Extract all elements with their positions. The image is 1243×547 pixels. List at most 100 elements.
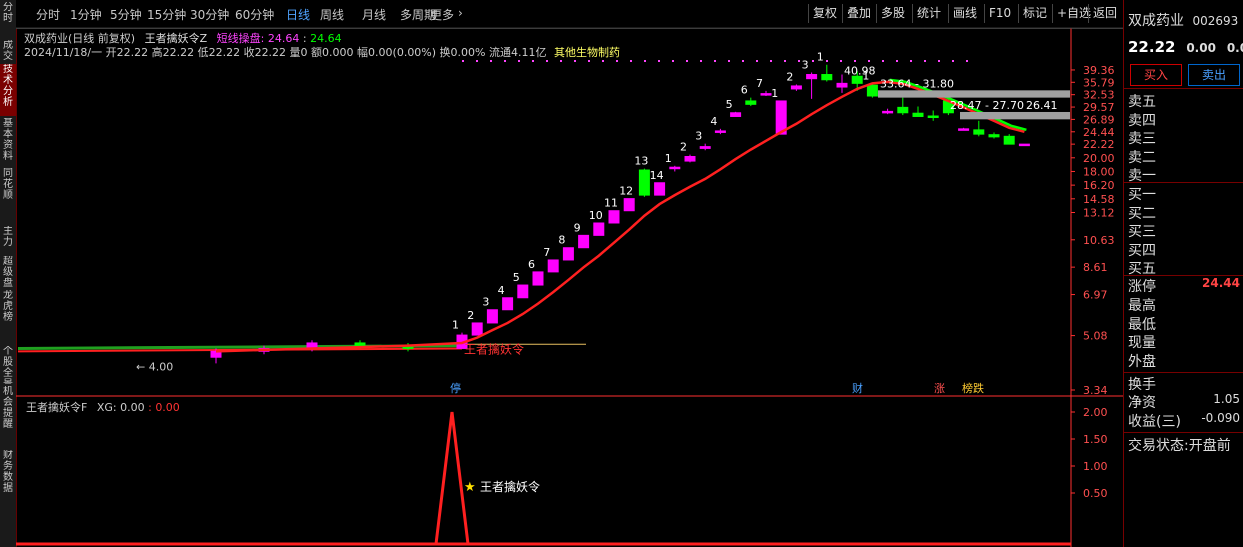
limit-up-value: 24.44 (1202, 276, 1240, 290)
huanshou-label: 换手 (1128, 377, 1156, 393)
y-tick-label: 18.00 (1083, 165, 1115, 178)
current-price: 22.22 (1128, 38, 1176, 56)
resistance-box-lower (960, 111, 1070, 120)
count-label: 13 (634, 155, 648, 168)
candle-body (654, 182, 666, 196)
candle-body (593, 222, 605, 236)
count-label: 8 (558, 234, 565, 247)
left-tab-10[interactable]: 财务数据 (0, 450, 16, 502)
top-dot (602, 60, 604, 62)
count-label: 7 (756, 77, 763, 90)
limit-up-label: 涨停 (1128, 279, 1156, 295)
left-tab-5[interactable]: 主力 (0, 226, 16, 254)
top-dot (700, 60, 702, 62)
top-dot (616, 60, 618, 62)
y-tick-label: 8.61 (1083, 261, 1108, 274)
count-label: 1 (665, 152, 672, 165)
candle-body (745, 100, 757, 105)
candle-body (471, 322, 483, 336)
y-tick-label: 29.57 (1083, 101, 1115, 114)
y-tick-label: 3.34 (1083, 384, 1108, 397)
stat-row-0: 最高 (1128, 298, 1156, 314)
y-tick-label: 32.53 (1083, 89, 1115, 102)
candle-body (562, 247, 574, 261)
candle-body (836, 82, 848, 88)
shouyi-label: 收益(三) (1128, 414, 1181, 430)
top-dot (462, 60, 464, 62)
count-label: 14 (650, 169, 664, 182)
count-label: 5 (513, 271, 520, 284)
indicator-title: 王者擒妖令F (26, 401, 88, 414)
top-dot (882, 60, 884, 62)
left-tab-6[interactable]: 超级盘口 (0, 256, 16, 288)
count-label: 11 (604, 197, 618, 210)
top-dot (714, 60, 716, 62)
candle-body (806, 74, 818, 80)
trade-status: 交易状态:开盘前 (1128, 438, 1231, 454)
count-label: 7 (543, 246, 550, 259)
top-dot (812, 60, 814, 62)
price-pct: 0.00 (1226, 41, 1243, 55)
count-label: 5 (726, 98, 733, 111)
count-label: 3 (802, 58, 809, 71)
candle-body (790, 85, 802, 90)
kline-chart: 39.3635.7932.5329.5726.8924.4422.2220.00… (16, 27, 1123, 547)
bottom-marker-3: 榜跌 (962, 381, 984, 395)
y-tick-label: 16.20 (1083, 179, 1115, 192)
count-label: 2 (680, 141, 687, 154)
ask-row-1: 卖四 (1128, 112, 1156, 129)
count-label: 3 (695, 130, 702, 143)
left-tab-8[interactable]: 个股全景 (0, 346, 16, 384)
left-tab-3[interactable]: 基本资料 (0, 118, 16, 166)
y-tick-label: 5.08 (1083, 330, 1108, 343)
stat-row-3: 外盘 (1128, 353, 1156, 370)
candle-body (486, 309, 498, 324)
bottom-marker-0: 停 (450, 381, 461, 395)
candle-body (882, 110, 894, 114)
left-tab-0[interactable]: 分时 (0, 2, 16, 38)
candle-body (532, 271, 544, 286)
top-dot (910, 60, 912, 62)
jingzi-label: 净资 (1128, 395, 1156, 411)
buy-button[interactable]: 买入 (1130, 64, 1182, 86)
shouyi-value: -0.090 (1201, 411, 1240, 425)
annotation-range-lower: 28.47 - 27.70 (950, 99, 1024, 112)
limit-up-row: 涨停 24.44 (1128, 276, 1240, 296)
left-tab-strip: 分时成交技术分析基本资料同花顺主力超级盘口龙虎榜个股全景机会提醒财务数据 (0, 0, 17, 547)
sector-link[interactable]: 其他生物制药 (554, 46, 620, 59)
bid-row-0: 买一 (1128, 187, 1156, 203)
left-tab-1[interactable]: 成交 (0, 40, 16, 62)
top-dot (686, 60, 688, 62)
top-dot (546, 60, 548, 62)
star-icon: ★ (464, 480, 476, 495)
chart-header-line2: 2024/11/18/一 开22.22 高22.22 低22.22 收22.22… (24, 44, 620, 60)
price-change: 0.00 (1186, 41, 1216, 55)
jingzi-value: 1.05 (1213, 392, 1240, 406)
stock-name: 双成药业 (1128, 13, 1184, 29)
top-dot (938, 60, 940, 62)
top-dot (574, 60, 576, 62)
xg-value-1: 0.00 (120, 401, 145, 414)
top-dot (504, 60, 506, 62)
left-tab-9[interactable]: 机会提醒 (0, 386, 16, 448)
bid-row-3: 买四 (1128, 242, 1156, 259)
bottom-marker-1: 财 (852, 381, 863, 395)
left-tab-7[interactable]: 龙虎榜 (0, 290, 16, 344)
sell-button[interactable]: 卖出 (1188, 64, 1240, 86)
ask-row-3: 卖二 (1128, 149, 1156, 166)
top-dot (854, 60, 856, 62)
candle-body (821, 74, 833, 81)
y-tick-label: 26.89 (1083, 113, 1115, 126)
shouyi-row: 收益(三) -0.090 (1128, 411, 1240, 431)
count-label: 1 (771, 87, 778, 100)
top-dot (756, 60, 758, 62)
candle-body (973, 129, 985, 135)
candle-body (578, 234, 590, 249)
top-dot (868, 60, 870, 62)
divider (1124, 432, 1243, 433)
top-dot (588, 60, 590, 62)
y-tick-label: 13.12 (1083, 206, 1115, 219)
left-tab-2[interactable]: 技术分析 (0, 64, 16, 116)
left-tab-4[interactable]: 同花顺 (0, 168, 16, 224)
annotation-range-lower-end: 26.41 (1026, 99, 1058, 112)
